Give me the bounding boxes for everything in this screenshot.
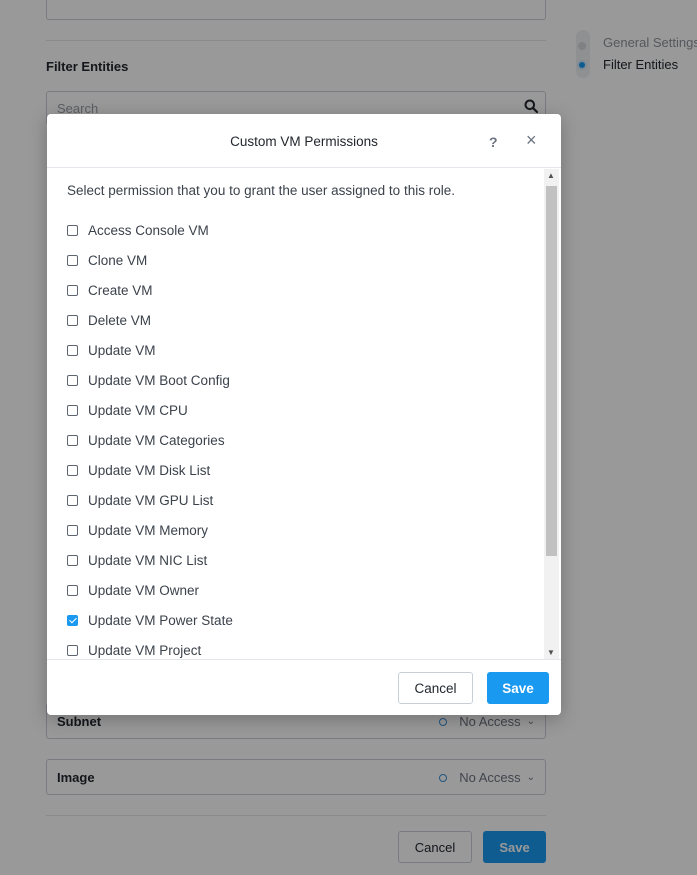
permission-checkbox[interactable] [67,464,78,476]
permission-item[interactable]: Access Console VM [67,215,233,245]
permission-label: Update VM Memory [88,522,209,538]
permission-label: Update VM [88,342,156,358]
permission-item[interactable]: Delete VM [67,305,233,335]
scrollbar-thumb[interactable] [546,186,557,556]
permission-label: Access Console VM [88,222,209,238]
permission-checkbox[interactable] [67,644,78,656]
permission-item[interactable]: Update VM GPU List [67,485,233,515]
permission-label: Update VM Boot Config [88,372,230,388]
permission-item[interactable]: Update VM CPU [67,395,233,425]
permission-label: Delete VM [88,312,152,328]
permission-list: Access Console VM Clone VM Create VM Del… [67,215,233,659]
permission-checkbox[interactable] [67,374,78,386]
permission-checkbox[interactable] [67,254,78,266]
permission-item[interactable]: Update VM Owner [67,575,233,605]
dialog-cancel-button[interactable]: Cancel [398,672,473,704]
permission-label: Update VM NIC List [88,552,208,568]
permission-item[interactable]: Update VM Categories [67,425,233,455]
permission-item[interactable]: Update VM NIC List [67,545,233,575]
permission-label: Update VM Power State [88,612,233,628]
permission-item[interactable]: Update VM Boot Config [67,365,233,395]
dialog-save-button[interactable]: Save [487,672,549,704]
close-icon[interactable]: × [526,131,537,149]
dialog-footer: Cancel Save [47,659,561,715]
permission-checkbox[interactable] [67,404,78,416]
permission-checkbox[interactable] [67,344,78,356]
permission-checkbox[interactable] [67,224,78,236]
dialog-scrollbar[interactable]: ▲ ▼ [544,169,559,659]
permission-item[interactable]: Update VM Project [67,635,233,659]
permission-checkbox[interactable] [67,584,78,596]
help-icon[interactable]: ? [489,134,498,150]
dialog-header: Custom VM Permissions ? × [47,114,561,168]
permission-item[interactable]: Update VM Memory [67,515,233,545]
permission-checkbox[interactable] [67,494,78,506]
permission-item[interactable]: Clone VM [67,245,233,275]
scroll-up-icon[interactable]: ▲ [547,171,555,180]
permission-checkbox[interactable] [67,524,78,536]
permission-checkbox[interactable] [67,554,78,566]
permission-item[interactable]: Update VM Power State [67,605,233,635]
permission-label: Update VM Owner [88,582,200,598]
permission-label: Update VM Categories [88,432,225,448]
permission-label: Create VM [88,282,153,298]
permission-label: Update VM Disk List [88,462,211,478]
permission-checkbox-checked[interactable] [67,614,78,626]
permission-checkbox[interactable] [67,314,78,326]
permission-label: Update VM GPU List [88,492,214,508]
permission-checkbox[interactable] [67,434,78,446]
scroll-down-icon[interactable]: ▼ [547,648,555,657]
permission-item[interactable]: Update VM Disk List [67,455,233,485]
dialog-body: Select permission that you to grant the … [47,169,561,659]
permission-checkbox[interactable] [67,284,78,296]
dialog-title: Custom VM Permissions [230,134,378,149]
custom-vm-permissions-dialog: Custom VM Permissions ? × Select permiss… [47,114,561,715]
permission-label: Update VM Project [88,642,202,658]
instruction-text: Select permission that you to grant the … [67,183,455,198]
permission-label: Update VM CPU [88,402,188,418]
permission-label: Clone VM [88,252,148,268]
permission-item[interactable]: Update VM [67,335,233,365]
permission-item[interactable]: Create VM [67,275,233,305]
